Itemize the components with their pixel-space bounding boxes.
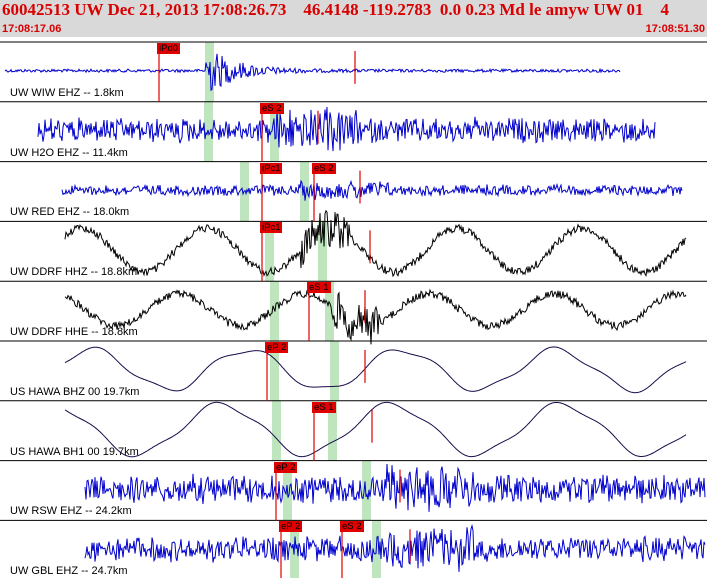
pick-flag[interactable]: eP 2	[279, 521, 303, 533]
event-title: 60042513 UW Dec 21, 2013 17:08:26.73 46.…	[2, 0, 670, 19]
trace-label: UW DDRF HHE -- 18.8km	[10, 326, 138, 338]
pick-window	[362, 460, 371, 521]
waveform-trace	[4, 53, 621, 92]
header-bar: 60042513 UW Dec 21, 2013 17:08:26.73 46.…	[0, 0, 707, 37]
waveform-trace	[64, 401, 687, 458]
pick-flag[interactable]: iPc1	[260, 162, 283, 174]
pick-flag[interactable]: iPc1	[260, 222, 283, 234]
pick-flag[interactable]: eS 1	[312, 401, 336, 413]
trace-label: UW RSW EHZ -- 24.2km	[10, 505, 132, 518]
waveform-trace	[64, 288, 687, 345]
time-end-label: 17:08:51.30	[645, 23, 705, 35]
trace-label: UW DDRF HHZ -- 18.8km	[10, 266, 138, 279]
pick-flag[interactable]: eP 2	[265, 342, 289, 353]
pick-flag[interactable]: eS 2	[340, 521, 364, 533]
trace-label: UW WIW EHZ -- 1.8km	[10, 86, 124, 99]
pick-flag[interactable]: eS 2	[312, 162, 336, 174]
waveform-trace	[64, 346, 687, 394]
trace-label: UW RED EHZ -- 18.0km	[10, 206, 130, 219]
time-start-label: 17:08:17.06	[2, 23, 62, 35]
waveform-trace	[84, 463, 706, 512]
pick-flag[interactable]: iPd0	[157, 43, 181, 54]
trace-label: UW H2O EHZ -- 11.4km	[10, 146, 128, 159]
pick-flag[interactable]: eS 2	[260, 102, 284, 114]
pick-flag[interactable]: eS 1	[307, 282, 331, 294]
seismogram-plot[interactable]	[0, 37, 707, 578]
pick-window	[330, 341, 339, 401]
waveform-trace	[84, 524, 706, 572]
pick-window	[272, 400, 281, 461]
waveform-trace	[64, 209, 687, 278]
trace-label: UW GBL EHZ -- 24.7km	[10, 565, 128, 578]
waveform-trace	[61, 179, 683, 201]
waveform-trace	[37, 106, 656, 152]
trace-label: US HAWA BH1 00 19.7km	[10, 445, 139, 458]
pick-flag[interactable]: eP 2	[274, 461, 298, 473]
trace-label: US HAWA BHZ 00 19.7km	[10, 385, 140, 398]
